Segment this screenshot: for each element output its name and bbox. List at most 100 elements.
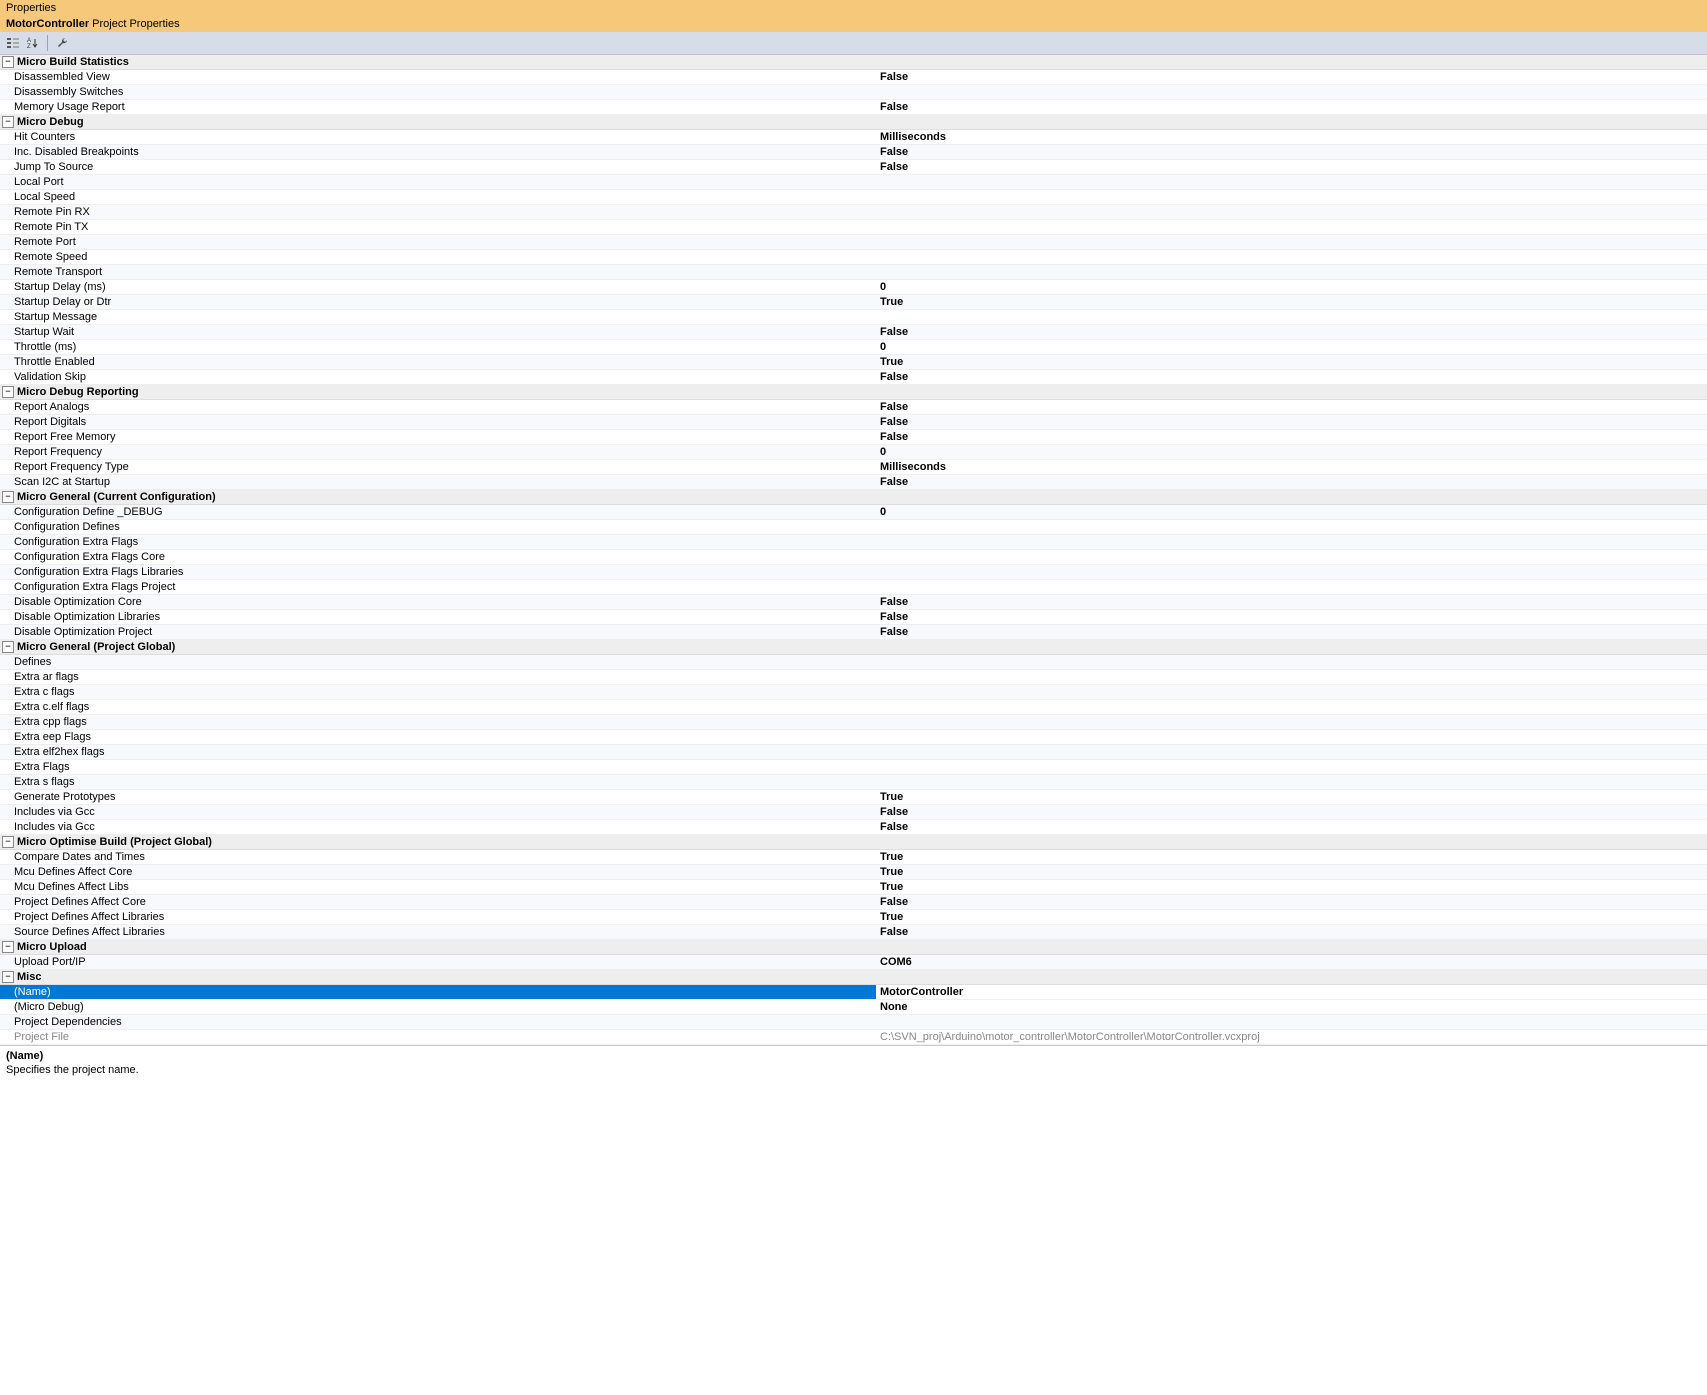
property-row[interactable]: Project Defines Affect LibrariesTrue bbox=[0, 910, 1707, 925]
category-header[interactable]: −Micro Debug Reporting bbox=[0, 385, 1707, 400]
property-value[interactable]: 0 bbox=[876, 505, 1707, 519]
property-row[interactable]: Startup Message bbox=[0, 310, 1707, 325]
alphabetical-icon[interactable]: AZ bbox=[25, 35, 41, 51]
property-row[interactable]: Extra ar flags bbox=[0, 670, 1707, 685]
property-value[interactable] bbox=[876, 250, 1707, 264]
collapse-icon[interactable]: − bbox=[2, 491, 14, 503]
property-value[interactable]: False bbox=[876, 625, 1707, 639]
property-value[interactable] bbox=[876, 565, 1707, 579]
property-row[interactable]: Compare Dates and TimesTrue bbox=[0, 850, 1707, 865]
category-header[interactable]: −Micro Optimise Build (Project Global) bbox=[0, 835, 1707, 850]
property-row[interactable]: Remote Transport bbox=[0, 265, 1707, 280]
property-value[interactable]: False bbox=[876, 430, 1707, 444]
property-row[interactable]: Project Dependencies bbox=[0, 1015, 1707, 1030]
property-value[interactable]: MotorController bbox=[876, 985, 1707, 999]
property-value[interactable]: None bbox=[876, 1000, 1707, 1014]
property-row[interactable]: Report AnalogsFalse bbox=[0, 400, 1707, 415]
property-value[interactable] bbox=[876, 310, 1707, 324]
property-row[interactable]: Startup Delay or DtrTrue bbox=[0, 295, 1707, 310]
property-value[interactable]: True bbox=[876, 355, 1707, 369]
property-value[interactable] bbox=[876, 700, 1707, 714]
wrench-icon[interactable] bbox=[54, 35, 70, 51]
property-row[interactable]: Extra Flags bbox=[0, 760, 1707, 775]
property-value[interactable] bbox=[876, 580, 1707, 594]
property-value[interactable]: False bbox=[876, 610, 1707, 624]
property-row[interactable]: Configuration Extra Flags bbox=[0, 535, 1707, 550]
property-value[interactable]: COM6 bbox=[876, 955, 1707, 969]
property-value[interactable]: Milliseconds bbox=[876, 460, 1707, 474]
category-header[interactable]: −Micro General (Project Global) bbox=[0, 640, 1707, 655]
property-value[interactable]: True bbox=[876, 295, 1707, 309]
property-row[interactable]: Configuration Defines bbox=[0, 520, 1707, 535]
property-row[interactable]: Extra cpp flags bbox=[0, 715, 1707, 730]
property-value[interactable] bbox=[876, 220, 1707, 234]
collapse-icon[interactable]: − bbox=[2, 56, 14, 68]
property-value[interactable]: 0 bbox=[876, 280, 1707, 294]
property-value[interactable]: False bbox=[876, 160, 1707, 174]
property-value[interactable]: False bbox=[876, 415, 1707, 429]
property-value[interactable] bbox=[876, 760, 1707, 774]
property-value[interactable] bbox=[876, 670, 1707, 684]
collapse-icon[interactable]: − bbox=[2, 386, 14, 398]
category-header[interactable]: −Misc bbox=[0, 970, 1707, 985]
property-row[interactable]: Mcu Defines Affect CoreTrue bbox=[0, 865, 1707, 880]
property-row[interactable]: Scan I2C at StartupFalse bbox=[0, 475, 1707, 490]
property-value[interactable] bbox=[876, 85, 1707, 99]
property-row[interactable]: Extra c.elf flags bbox=[0, 700, 1707, 715]
property-row[interactable]: Memory Usage ReportFalse bbox=[0, 100, 1707, 115]
property-row[interactable]: Generate PrototypesTrue bbox=[0, 790, 1707, 805]
property-value[interactable]: True bbox=[876, 790, 1707, 804]
property-row[interactable]: Extra c flags bbox=[0, 685, 1707, 700]
property-row[interactable]: Disable Optimization CoreFalse bbox=[0, 595, 1707, 610]
category-header[interactable]: −Micro Debug bbox=[0, 115, 1707, 130]
category-header[interactable]: −Micro General (Current Configuration) bbox=[0, 490, 1707, 505]
property-value[interactable] bbox=[876, 655, 1707, 669]
property-value[interactable]: True bbox=[876, 880, 1707, 894]
property-row[interactable]: Configuration Extra Flags Core bbox=[0, 550, 1707, 565]
property-row[interactable]: Remote Speed bbox=[0, 250, 1707, 265]
property-value[interactable]: False bbox=[876, 100, 1707, 114]
property-row[interactable]: Remote Pin RX bbox=[0, 205, 1707, 220]
property-value[interactable]: False bbox=[876, 70, 1707, 84]
property-row[interactable]: Extra s flags bbox=[0, 775, 1707, 790]
property-row[interactable]: Inc. Disabled BreakpointsFalse bbox=[0, 145, 1707, 160]
property-row[interactable]: Jump To SourceFalse bbox=[0, 160, 1707, 175]
property-row[interactable]: Disable Optimization LibrariesFalse bbox=[0, 610, 1707, 625]
property-value[interactable] bbox=[876, 175, 1707, 189]
property-value[interactable] bbox=[876, 745, 1707, 759]
property-row[interactable]: Includes via GccFalse bbox=[0, 820, 1707, 835]
property-value[interactable] bbox=[876, 520, 1707, 534]
collapse-icon[interactable]: − bbox=[2, 941, 14, 953]
property-row[interactable]: Configuration Extra Flags Project bbox=[0, 580, 1707, 595]
property-row[interactable]: Defines bbox=[0, 655, 1707, 670]
property-row[interactable]: Project FileC:\SVN_proj\Arduino\motor_co… bbox=[0, 1030, 1707, 1045]
collapse-icon[interactable]: − bbox=[2, 641, 14, 653]
property-value[interactable]: C:\SVN_proj\Arduino\motor_controller\Mot… bbox=[876, 1030, 1707, 1044]
property-value[interactable] bbox=[876, 1015, 1707, 1029]
property-value[interactable] bbox=[876, 205, 1707, 219]
property-row[interactable]: Source Defines Affect LibrariesFalse bbox=[0, 925, 1707, 940]
property-row[interactable]: Report Frequency0 bbox=[0, 445, 1707, 460]
property-value[interactable]: Milliseconds bbox=[876, 130, 1707, 144]
property-row[interactable]: Remote Pin TX bbox=[0, 220, 1707, 235]
categorized-icon[interactable] bbox=[5, 35, 21, 51]
property-value[interactable] bbox=[876, 265, 1707, 279]
property-row[interactable]: Report DigitalsFalse bbox=[0, 415, 1707, 430]
property-row[interactable]: Mcu Defines Affect LibsTrue bbox=[0, 880, 1707, 895]
property-value[interactable]: False bbox=[876, 370, 1707, 384]
property-row[interactable]: Configuration Extra Flags Libraries bbox=[0, 565, 1707, 580]
property-value[interactable]: False bbox=[876, 145, 1707, 159]
property-row[interactable]: Extra eep Flags bbox=[0, 730, 1707, 745]
property-row[interactable]: Upload Port/IPCOM6 bbox=[0, 955, 1707, 970]
property-value[interactable]: 0 bbox=[876, 445, 1707, 459]
property-row[interactable]: Disable Optimization ProjectFalse bbox=[0, 625, 1707, 640]
property-value[interactable]: False bbox=[876, 325, 1707, 339]
property-row[interactable]: Configuration Define _DEBUG0 bbox=[0, 505, 1707, 520]
property-row[interactable]: (Name)MotorController bbox=[0, 985, 1707, 1000]
property-row[interactable]: (Micro Debug)None bbox=[0, 1000, 1707, 1015]
property-row[interactable]: Startup WaitFalse bbox=[0, 325, 1707, 340]
property-row[interactable]: Startup Delay (ms)0 bbox=[0, 280, 1707, 295]
category-header[interactable]: −Micro Build Statistics bbox=[0, 55, 1707, 70]
property-value[interactable]: False bbox=[876, 895, 1707, 909]
property-value[interactable] bbox=[876, 535, 1707, 549]
